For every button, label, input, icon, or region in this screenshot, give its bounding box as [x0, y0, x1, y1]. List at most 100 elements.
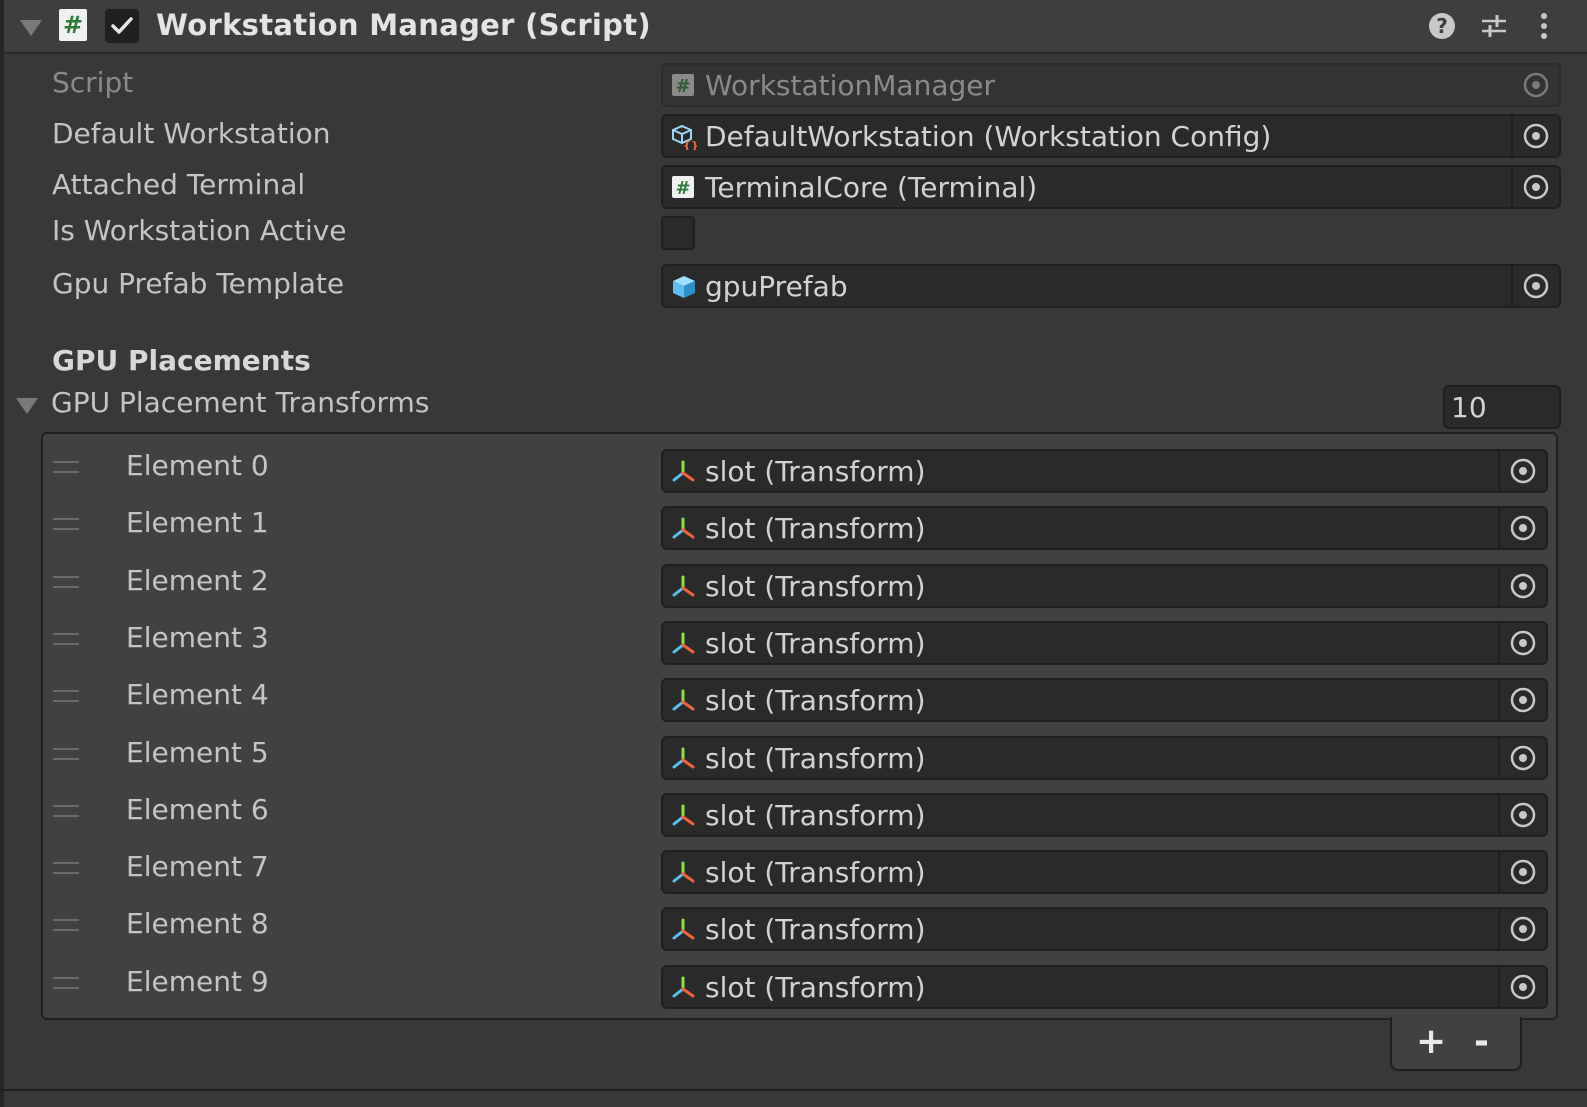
drag-handle-icon[interactable]: [53, 461, 79, 473]
element-transform-field[interactable]: slot (Transform): [661, 506, 1548, 551]
element-value: slot (Transform): [705, 741, 926, 775]
add-element-button[interactable]: +: [1416, 1021, 1446, 1062]
drag-handle-icon[interactable]: [53, 518, 79, 531]
object-picker-button[interactable]: [1498, 622, 1546, 663]
object-picker-icon: [1523, 273, 1549, 299]
gpu-prefab-template-field[interactable]: gpuPrefab: [661, 264, 1561, 308]
element-label: Element 4: [126, 678, 269, 712]
object-picker-button[interactable]: [1498, 966, 1546, 1007]
svg-text:#: #: [675, 76, 690, 97]
checkmark-icon: [111, 17, 133, 34]
transform-icon: [671, 860, 695, 884]
transform-icon: [671, 746, 695, 770]
object-picker-icon: [1510, 630, 1536, 656]
svg-text:{}: {}: [683, 139, 697, 150]
object-picker-button[interactable]: [1498, 794, 1546, 835]
inspector-panel: # Workstation Manager (Script) ? Script …: [0, 0, 1587, 1107]
element-transform-field[interactable]: slot (Transform): [661, 563, 1548, 608]
object-picker-icon: [1523, 72, 1549, 98]
element-value: slot (Transform): [705, 455, 926, 488]
remove-element-button[interactable]: -: [1474, 1021, 1489, 1062]
transform-icon: [671, 631, 695, 655]
element-transform-field[interactable]: slot (Transform): [661, 620, 1548, 665]
component-enabled-toggle[interactable]: [105, 9, 139, 43]
element-label: Element 6: [126, 792, 269, 826]
kebab-menu-icon[interactable]: [1528, 10, 1560, 42]
list-item: Element 4 slot (Transform): [43, 678, 1556, 735]
object-picker-button[interactable]: [1498, 737, 1546, 778]
object-picker-icon: [1510, 917, 1536, 942]
object-picker-button[interactable]: [1511, 116, 1559, 156]
list-size-field[interactable]: 10: [1443, 385, 1561, 429]
svg-text:#: #: [675, 178, 690, 199]
panel-edge: [0, 0, 4, 1107]
drag-handle-icon[interactable]: [53, 575, 79, 588]
object-picker-button[interactable]: [1498, 852, 1546, 893]
script-label: Script: [52, 66, 134, 99]
transform-icon: [671, 574, 695, 598]
object-picker-button[interactable]: [1511, 266, 1559, 306]
attached-terminal-label: Attached Terminal: [52, 168, 306, 201]
component-header[interactable]: # Workstation Manager (Script) ?: [4, 0, 1587, 54]
script-icon: #: [59, 9, 87, 41]
drag-handle-icon[interactable]: [53, 976, 79, 989]
object-picker-button[interactable]: [1498, 680, 1546, 721]
transform-icon: [671, 917, 695, 941]
element-value: slot (Transform): [705, 856, 926, 890]
element-label: Element 5: [126, 735, 269, 769]
element-value: slot (Transform): [705, 684, 926, 718]
object-picker-button[interactable]: [1511, 167, 1559, 207]
object-picker-button[interactable]: [1498, 909, 1546, 950]
drag-handle-icon[interactable]: [53, 862, 79, 875]
object-picker-button[interactable]: [1498, 451, 1546, 491]
script-icon: #: [671, 73, 695, 97]
list-item: Element 3 slot (Transform): [43, 620, 1556, 678]
element-label: Element 1: [126, 506, 269, 540]
element-transform-field[interactable]: slot (Transform): [661, 850, 1548, 895]
drag-handle-icon[interactable]: [53, 747, 79, 760]
element-transform-field[interactable]: slot (Transform): [661, 449, 1548, 493]
script-icon: #: [671, 175, 695, 199]
drag-handle-icon[interactable]: [53, 804, 79, 817]
element-value: slot (Transform): [705, 913, 926, 947]
list-foldout-arrow-icon[interactable]: [16, 398, 38, 414]
is-workstation-active-checkbox[interactable]: [661, 216, 695, 250]
element-label: Element 3: [126, 620, 269, 654]
object-picker-icon: [1510, 687, 1536, 713]
attached-terminal-value: TerminalCore (Terminal): [705, 171, 1038, 204]
object-picker-icon: [1523, 123, 1549, 149]
element-transform-field[interactable]: slot (Transform): [661, 735, 1548, 780]
list-item: Element 5 slot (Transform): [43, 735, 1556, 793]
object-picker-button[interactable]: [1498, 565, 1546, 606]
list-item: Element 9 slot (Transform): [43, 964, 1556, 1022]
prefab-cube-icon: [671, 274, 695, 298]
transform-icon: [671, 516, 695, 540]
object-picker-icon: [1510, 458, 1536, 484]
drag-handle-icon[interactable]: [53, 632, 79, 645]
transform-icon: [671, 459, 695, 483]
element-label: Element 9: [126, 964, 269, 998]
gpu-placement-list: Element 0 slot (Transform) Element 1 slot (…: [41, 432, 1558, 1020]
element-transform-field[interactable]: slot (Transform): [661, 678, 1548, 723]
element-value: slot (Transform): [705, 970, 926, 1004]
collapse-arrow-icon[interactable]: [20, 20, 42, 36]
transform-icon: [671, 975, 695, 999]
object-picker-button[interactable]: [1498, 508, 1546, 549]
presets-icon[interactable]: [1478, 10, 1510, 42]
drag-handle-icon[interactable]: [53, 690, 79, 703]
drag-handle-icon[interactable]: [53, 919, 79, 932]
element-transform-field[interactable]: slot (Transform): [661, 792, 1548, 837]
script-field: # WorkstationManager: [661, 63, 1561, 107]
is-workstation-active-label: Is Workstation Active: [52, 214, 347, 247]
element-transform-field[interactable]: slot (Transform): [661, 964, 1548, 1009]
gpu-placement-transforms-label[interactable]: GPU Placement Transforms: [51, 386, 429, 419]
gpu-prefab-template-value: gpuPrefab: [705, 270, 848, 303]
attached-terminal-field[interactable]: # TerminalCore (Terminal): [661, 165, 1561, 209]
help-icon[interactable]: ?: [1426, 10, 1458, 42]
svg-text:?: ?: [1436, 14, 1448, 38]
scriptable-object-icon: {}: [671, 124, 699, 152]
script-value: WorkstationManager: [705, 69, 995, 102]
element-transform-field[interactable]: slot (Transform): [661, 907, 1548, 952]
object-picker-icon: [1510, 859, 1536, 885]
default-workstation-field[interactable]: {} DefaultWorkstation (Workstation Confi…: [661, 114, 1561, 158]
